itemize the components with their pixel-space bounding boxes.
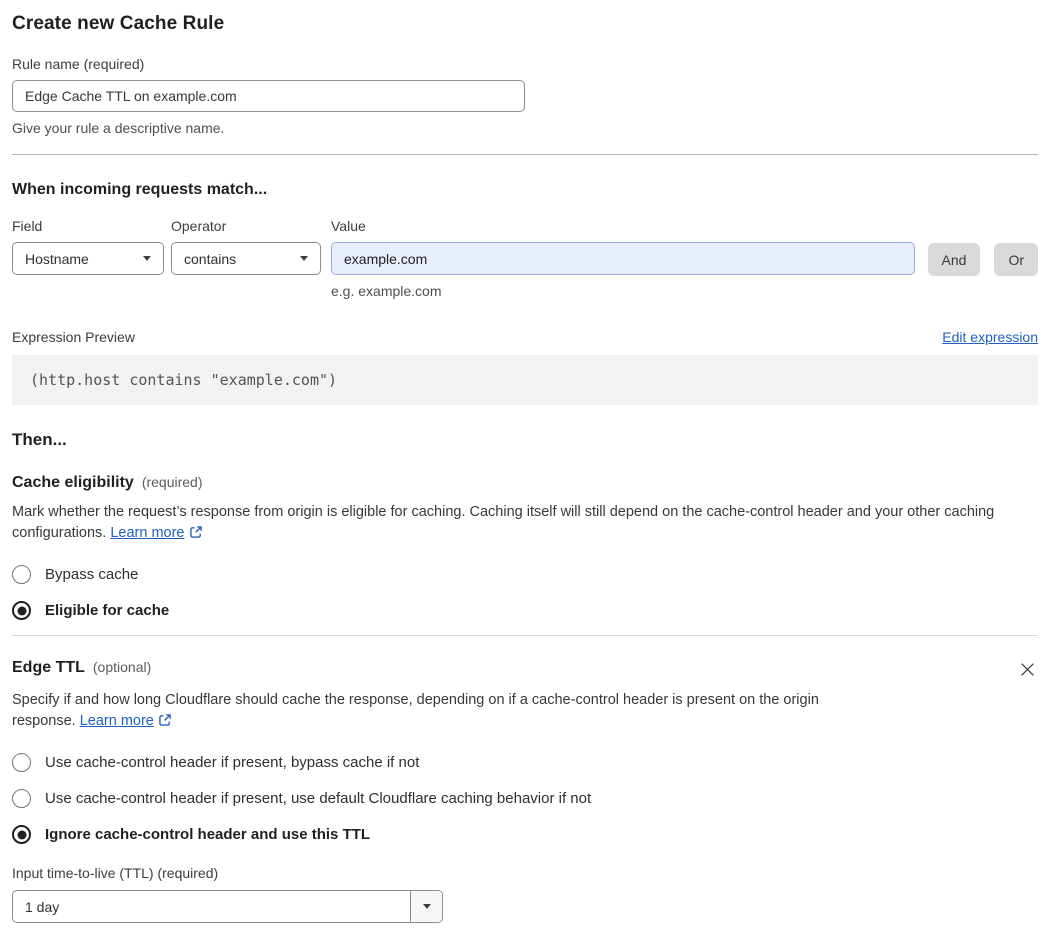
field-column: Field Hostname bbox=[12, 218, 164, 275]
and-button[interactable]: And bbox=[927, 243, 981, 276]
rule-name-label: Rule name (required) bbox=[12, 56, 145, 72]
chevron-down-icon bbox=[422, 904, 431, 909]
ttl-select[interactable]: 1 day bbox=[12, 890, 443, 923]
edge-ttl-heading-group: Edge TTL (optional) bbox=[12, 659, 151, 677]
learn-more-label: Learn more bbox=[110, 525, 185, 541]
rule-name-helper: Give your rule a descriptive name. bbox=[12, 120, 225, 136]
field-label: Field bbox=[12, 218, 43, 234]
radio-circle-selected-icon[interactable] bbox=[12, 601, 31, 620]
edge-ttl-optional-badge: (optional) bbox=[92, 659, 152, 675]
divider bbox=[12, 154, 1038, 155]
operator-select-value: contains bbox=[184, 250, 237, 267]
operator-label: Operator bbox=[171, 218, 227, 234]
radio-circle-icon[interactable] bbox=[12, 753, 31, 772]
cache-eligibility-learn-more-link[interactable]: Learn more bbox=[110, 525, 202, 541]
ttl-select-caret-button[interactable] bbox=[410, 891, 442, 922]
close-icon[interactable] bbox=[1017, 659, 1038, 680]
ttl-input-label: Input time-to-live (TTL) (required) bbox=[12, 865, 219, 881]
cache-eligibility-options: Bypass cache Eligible for cache bbox=[12, 565, 1038, 620]
divider bbox=[12, 635, 1038, 636]
value-helper: e.g. example.com bbox=[331, 283, 442, 299]
match-section-heading: When incoming requests match... bbox=[12, 181, 268, 198]
radio-label: Eligible for cache bbox=[45, 602, 170, 619]
radio-circle-icon[interactable] bbox=[12, 565, 31, 584]
or-button[interactable]: Or bbox=[994, 243, 1038, 276]
page-title: Create new Cache Rule bbox=[12, 13, 225, 34]
radio-eligible-for-cache[interactable]: Eligible for cache bbox=[12, 601, 1038, 620]
expression-preview-row: Expression Preview Edit expression bbox=[12, 329, 1038, 345]
edge-ttl-header: Edge TTL (optional) bbox=[12, 659, 1038, 680]
radio-bypass-cache[interactable]: Bypass cache bbox=[12, 565, 1038, 584]
radio-label: Use cache-control header if present, byp… bbox=[45, 754, 420, 771]
chevron-down-icon bbox=[143, 256, 151, 261]
radio-label: Use cache-control header if present, use… bbox=[45, 790, 592, 807]
radio-use-header-bypass[interactable]: Use cache-control header if present, byp… bbox=[12, 753, 1038, 772]
operator-select[interactable]: contains bbox=[171, 242, 321, 275]
field-select-value: Hostname bbox=[25, 250, 89, 267]
radio-ignore-header-use-ttl[interactable]: Ignore cache-control header and use this… bbox=[12, 825, 1038, 844]
edge-ttl-learn-more-link[interactable]: Learn more bbox=[80, 713, 172, 729]
radio-label: Ignore cache-control header and use this… bbox=[45, 826, 371, 843]
expression-preview-label: Expression Preview bbox=[12, 329, 135, 345]
value-label: Value bbox=[331, 218, 366, 234]
then-heading: Then... bbox=[12, 430, 67, 449]
edge-ttl-options: Use cache-control header if present, byp… bbox=[12, 753, 1038, 844]
radio-use-header-default[interactable]: Use cache-control header if present, use… bbox=[12, 789, 1038, 808]
value-column: Value e.g. example.com bbox=[331, 218, 915, 299]
radio-label: Bypass cache bbox=[45, 566, 139, 583]
value-input[interactable] bbox=[331, 242, 915, 275]
cache-eligibility-description: Mark whether the request’s response from… bbox=[12, 502, 1024, 546]
expression-code-block: (http.host contains "example.com") bbox=[12, 355, 1038, 405]
edit-expression-link[interactable]: Edit expression bbox=[942, 329, 1038, 345]
cache-eligibility-heading: Cache eligibility bbox=[12, 474, 134, 491]
cache-eligibility-header: Cache eligibility (required) bbox=[12, 474, 1038, 492]
cache-eligibility-required-badge: (required) bbox=[141, 474, 203, 490]
chevron-down-icon bbox=[300, 256, 308, 261]
external-link-icon bbox=[189, 525, 203, 546]
rule-name-input[interactable] bbox=[12, 80, 525, 112]
external-link-icon bbox=[158, 713, 172, 734]
match-expression-row: Field Hostname Operator contains Value e… bbox=[12, 218, 1038, 299]
create-cache-rule-form: Create new Cache Rule Rule name (require… bbox=[0, 0, 1058, 937]
edge-ttl-description: Specify if and how long Cloudflare shoul… bbox=[12, 690, 850, 734]
edge-ttl-heading: Edge TTL bbox=[12, 659, 85, 676]
operator-column: Operator contains bbox=[171, 218, 321, 275]
radio-circle-icon[interactable] bbox=[12, 789, 31, 808]
ttl-select-value: 1 day bbox=[25, 898, 60, 915]
learn-more-label: Learn more bbox=[79, 713, 154, 729]
radio-circle-selected-icon[interactable] bbox=[12, 825, 31, 844]
field-select[interactable]: Hostname bbox=[12, 242, 164, 275]
